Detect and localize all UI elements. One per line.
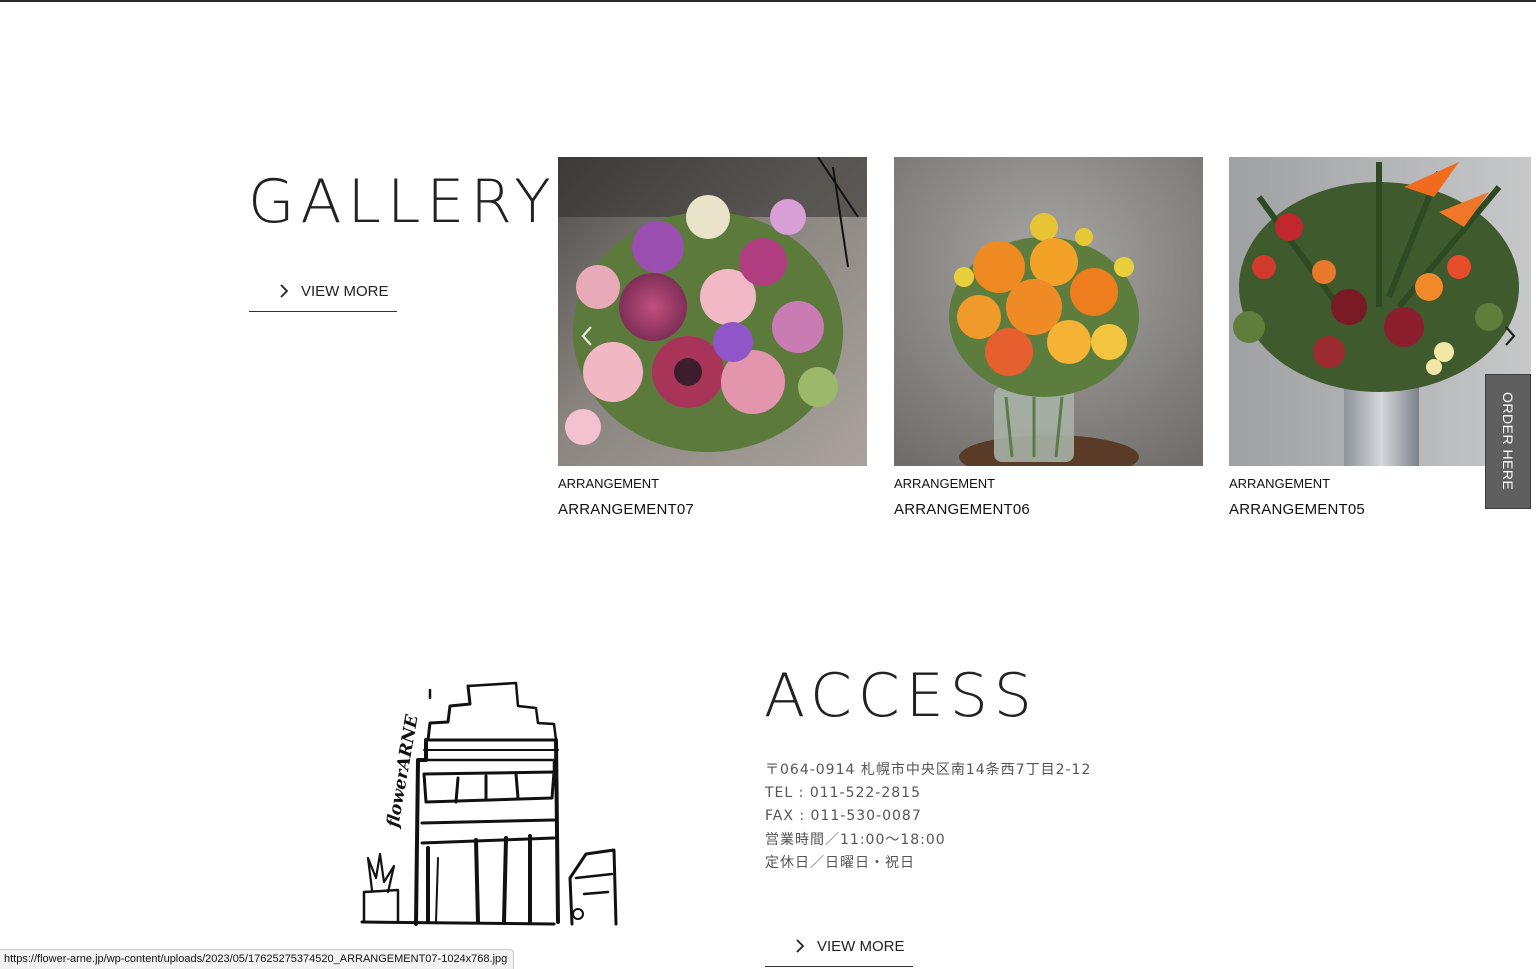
order-here-label: ORDER HERE <box>1500 392 1516 491</box>
gallery-photo-arrangement06[interactable] <box>894 157 1203 466</box>
gallery-view-more-link[interactable]: VIEW MORE <box>249 271 397 312</box>
chevron-right-icon <box>796 939 805 953</box>
access-view-more-label: VIEW MORE <box>817 937 905 955</box>
closed-days: 定休日／日曜日・祝日 <box>765 854 915 871</box>
gallery-title: GALLERY <box>248 167 557 237</box>
fax-number: FAX : 011-530-0087 <box>765 808 922 825</box>
address-block: 〒064-0914 札幌市中央区南14条西7丁目2-12 TEL : 011-5… <box>765 759 1091 875</box>
gallery-photo-arrangement07[interactable] <box>558 157 867 466</box>
carousel-prev-button[interactable] <box>576 322 598 350</box>
order-here-tab[interactable]: ORDER HERE <box>1485 374 1531 509</box>
shop-building-illustration: flowerARNE <box>360 681 618 926</box>
gallery-card-title[interactable]: ARRANGEMENT06 <box>894 501 1203 518</box>
gallery-card[interactable]: ARRANGEMENT ARRANGEMENT06 <box>894 157 1203 518</box>
access-view-more-link[interactable]: VIEW MORE <box>765 926 913 967</box>
tel-number: TEL : 011-522-2815 <box>765 785 921 802</box>
access-title: ACCESS <box>764 661 1038 731</box>
status-bar-url: https://flower-arne.jp/wp-content/upload… <box>0 949 515 969</box>
top-divider <box>0 0 1536 2</box>
page: GALLERY VIEW MORE ARRANGEMENT ARRANGEMEN… <box>0 0 1536 969</box>
gallery-view-more-label: VIEW MORE <box>301 282 389 300</box>
gallery-card-title[interactable]: ARRANGEMENT07 <box>558 501 867 518</box>
gallery-card-category: ARRANGEMENT <box>894 476 996 491</box>
business-hours: 営業時間／11:00〜18:00 <box>765 831 946 848</box>
gallery-card-category: ARRANGEMENT <box>558 476 660 491</box>
carousel-next-button[interactable] <box>1499 322 1521 350</box>
postal-address: 〒064-0914 札幌市中央区南14条西7丁目2-12 <box>765 762 1092 778</box>
gallery-card[interactable]: ARRANGEMENT ARRANGEMENT07 <box>558 157 867 518</box>
chevron-right-icon <box>280 284 289 298</box>
